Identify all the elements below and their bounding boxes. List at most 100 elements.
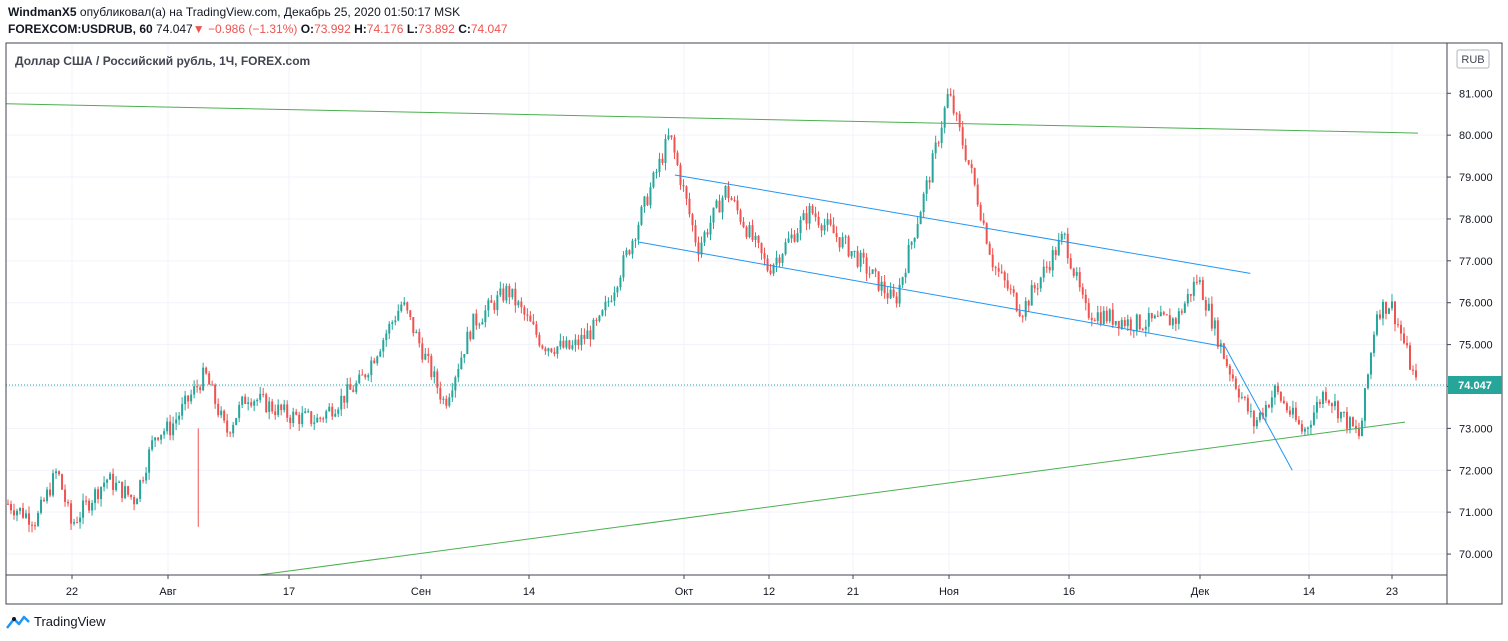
candle-body bbox=[1237, 388, 1240, 398]
time-tick-label: 21 bbox=[847, 586, 859, 598]
price-tick-label: 72.000 bbox=[1459, 465, 1493, 477]
candle-body bbox=[109, 473, 112, 480]
candle-body bbox=[1195, 281, 1198, 283]
candle-body bbox=[751, 225, 754, 240]
candle-body bbox=[1282, 400, 1285, 404]
candle-body bbox=[856, 250, 859, 267]
candle-body bbox=[919, 212, 922, 225]
candle-body bbox=[745, 227, 748, 238]
candle-body bbox=[154, 437, 157, 441]
candle-body bbox=[1321, 391, 1324, 404]
candle-body bbox=[976, 184, 979, 205]
price-tick-label: 78.000 bbox=[1459, 214, 1493, 226]
candle-body bbox=[1153, 315, 1156, 319]
candle-body bbox=[1243, 396, 1246, 398]
candle-body bbox=[598, 315, 601, 321]
candle-body bbox=[469, 331, 472, 340]
candle-body bbox=[526, 314, 529, 316]
candle-body bbox=[1087, 303, 1090, 318]
candle-body bbox=[769, 270, 772, 274]
candle-body bbox=[715, 200, 718, 208]
candle-body bbox=[826, 219, 829, 225]
candle-body bbox=[601, 310, 604, 316]
candle-body bbox=[787, 238, 790, 243]
candle-body bbox=[151, 440, 154, 450]
candle-body bbox=[1039, 277, 1042, 289]
candle-body bbox=[403, 302, 406, 305]
trendline-breakdown[interactable] bbox=[1224, 346, 1293, 471]
candle-body bbox=[454, 377, 457, 391]
candle-body bbox=[94, 489, 97, 504]
candle-body bbox=[712, 207, 715, 223]
candle-body bbox=[1204, 299, 1207, 311]
candle-body bbox=[1327, 400, 1330, 404]
candle-body bbox=[1387, 308, 1390, 314]
candle-body bbox=[793, 234, 796, 242]
candle-body bbox=[379, 351, 382, 357]
candle-body bbox=[268, 401, 271, 413]
currency-badge[interactable]: RUB bbox=[1456, 49, 1490, 69]
candle-body bbox=[1168, 315, 1171, 326]
candle-body bbox=[1345, 411, 1348, 429]
candle-body bbox=[82, 500, 85, 518]
candle-body bbox=[1366, 374, 1369, 389]
candle-body bbox=[541, 345, 544, 349]
candle-body bbox=[634, 239, 637, 241]
candle-body bbox=[1141, 329, 1144, 331]
candle-body bbox=[415, 331, 418, 334]
candle-body bbox=[940, 127, 943, 143]
candle-body bbox=[943, 107, 946, 128]
price-tick-label: 81.000 bbox=[1459, 88, 1493, 100]
time-tick-label: Дек bbox=[1191, 586, 1210, 598]
candle-body bbox=[556, 346, 559, 354]
candle-body bbox=[511, 288, 514, 298]
candle-body bbox=[172, 423, 175, 436]
candle-body bbox=[13, 510, 16, 516]
candle-body bbox=[1105, 310, 1108, 322]
candle-body bbox=[418, 331, 421, 344]
candle-body bbox=[310, 411, 313, 424]
tradingview-footer[interactable]: TradingView bbox=[6, 613, 106, 631]
trendlines[interactable] bbox=[5, 103, 1419, 576]
candle-body bbox=[1159, 312, 1162, 317]
candle-body bbox=[271, 401, 274, 412]
candle-body bbox=[316, 417, 319, 423]
candle-body bbox=[505, 285, 508, 301]
time-axis[interactable]: 22 Авг 17 Сен 14 Окт 12 21 Ноя 16 Дек 14 23 bbox=[66, 575, 1398, 598]
candle-body bbox=[1054, 250, 1057, 256]
chart-area[interactable]: 70.00071.00072.00073.00074.00075.00076.0… bbox=[0, 0, 1508, 641]
candle-body bbox=[670, 135, 673, 138]
candle-body bbox=[853, 250, 856, 252]
candle-body bbox=[91, 503, 94, 511]
candle-body bbox=[304, 411, 307, 413]
candle-body bbox=[721, 197, 724, 213]
trendline-channel-bottom[interactable] bbox=[638, 241, 1226, 348]
candle-body bbox=[1027, 300, 1030, 306]
candle-body bbox=[829, 219, 832, 225]
candle-body bbox=[1051, 250, 1054, 271]
candle-body bbox=[121, 481, 124, 499]
candle-body bbox=[340, 395, 343, 410]
candle-body bbox=[997, 268, 1000, 272]
price-axis[interactable]: 70.00071.00072.00073.00074.00075.00076.0… bbox=[1447, 88, 1493, 561]
candle-body bbox=[1333, 401, 1336, 407]
candle-body bbox=[292, 411, 295, 423]
candle-body bbox=[604, 301, 607, 311]
time-tick-label: Сен bbox=[411, 586, 431, 598]
candle-body bbox=[178, 415, 181, 420]
candle-body bbox=[1192, 281, 1195, 296]
candle-body bbox=[676, 152, 679, 165]
candle-body bbox=[1279, 392, 1282, 401]
candle-body bbox=[37, 512, 40, 526]
candle-body bbox=[331, 406, 334, 417]
candle-body bbox=[970, 164, 973, 169]
candle-body bbox=[532, 321, 535, 325]
candle-body bbox=[979, 204, 982, 221]
candle-body bbox=[490, 300, 493, 303]
candle-body bbox=[193, 386, 196, 395]
candle-body bbox=[112, 473, 115, 491]
candle-body bbox=[673, 137, 676, 153]
candle-body bbox=[1258, 412, 1261, 420]
trendline-lower-green[interactable] bbox=[258, 421, 1406, 576]
trendline-upper-green[interactable] bbox=[5, 103, 1419, 134]
